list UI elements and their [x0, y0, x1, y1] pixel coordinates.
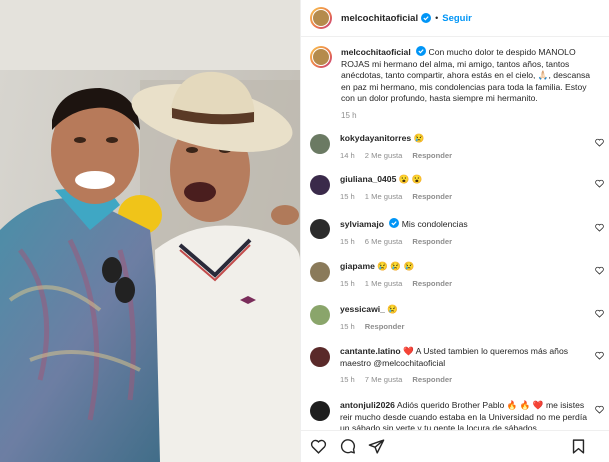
- heart-icon[interactable]: [595, 179, 604, 188]
- heart-icon[interactable]: [595, 309, 604, 318]
- comment-username[interactable]: cantante.latino: [340, 346, 401, 356]
- comment-avatar[interactable]: [310, 401, 330, 421]
- comment-time: 15 h: [340, 278, 355, 288]
- verified-icon: [416, 46, 427, 56]
- bookmark-icon[interactable]: [570, 438, 587, 455]
- comment-time: 15 h: [340, 375, 355, 384]
- comment-likes[interactable]: 1 Me gusta: [365, 278, 403, 290]
- post-details-panel: melcochitaoficial • Seguir melcochitaofi…: [300, 0, 609, 462]
- author-username[interactable]: melcochitaoficial: [341, 13, 418, 24]
- photo-illustration: [0, 0, 300, 462]
- comment-time: 15 h: [340, 236, 355, 246]
- comment-text: 😢 😢 😢: [377, 261, 415, 271]
- comment-likes[interactable]: 6 Me gusta: [365, 236, 403, 248]
- comment-avatar[interactable]: [310, 219, 330, 239]
- comment-time: 15 h: [340, 191, 355, 201]
- heart-icon[interactable]: [595, 405, 604, 414]
- comment-item: kokydayanitorres 😢 14 h 2 Me gusta Respond…: [301, 133, 609, 174]
- heart-icon[interactable]: [595, 266, 604, 275]
- comment-text: 😢: [413, 133, 425, 143]
- follow-button[interactable]: Seguir: [442, 13, 472, 24]
- comment-time: 15 h: [340, 321, 355, 331]
- verified-icon: [421, 13, 432, 23]
- comment-avatar[interactable]: [310, 175, 330, 195]
- reply-button[interactable]: Responder: [365, 321, 405, 333]
- comment-item: antonjuli2026 Adiós querido Brother Pabl…: [301, 400, 609, 430]
- comment-item: yessicawi_ 😢 15 h Responder: [301, 304, 609, 346]
- separator-dot: •: [435, 13, 439, 23]
- author-avatar[interactable]: [310, 7, 332, 29]
- comment-text: 😢: [387, 304, 399, 314]
- comment-avatar[interactable]: [310, 262, 330, 282]
- post-photo[interactable]: [0, 0, 300, 462]
- heart-icon[interactable]: [595, 223, 604, 232]
- post-caption: melcochitaoficial Con mucho dolor te des…: [301, 38, 609, 121]
- comment-username[interactable]: sylviamajo: [340, 219, 384, 229]
- reply-button[interactable]: Responder: [412, 374, 452, 386]
- comment-item: cantante.latino ❤️ A Usted tambien lo qu…: [301, 346, 609, 400]
- comment-icon[interactable]: [339, 438, 356, 455]
- comment-likes[interactable]: 2 Me gusta: [365, 150, 403, 162]
- caption-time: 15 h: [341, 110, 357, 120]
- reply-button[interactable]: Responder: [412, 191, 452, 203]
- comments-scroll[interactable]: melcochitaoficial Con mucho dolor te des…: [301, 38, 609, 430]
- comment-username[interactable]: yessicawi_: [340, 304, 385, 314]
- comment-item: giapame 😢 😢 😢 15 h 1 Me gusta Responder: [301, 261, 609, 304]
- heart-icon[interactable]: [595, 138, 604, 147]
- reply-button[interactable]: Responder: [412, 150, 452, 162]
- comment-avatar[interactable]: [310, 347, 330, 367]
- comment-item: giuliana_0405 😮 😮 15 h 1 Me gusta Responde…: [301, 174, 609, 218]
- verified-icon: [389, 218, 400, 228]
- heart-icon[interactable]: [310, 438, 327, 455]
- caption-username[interactable]: melcochitaoficial: [341, 47, 411, 57]
- comment-text: Mis condolencias: [401, 219, 468, 229]
- comment-item: sylviamajo Mis condolencias 15 h 6 Me gus…: [301, 218, 609, 261]
- share-icon[interactable]: [368, 438, 385, 455]
- reply-button[interactable]: Responder: [412, 278, 452, 290]
- reply-button[interactable]: Responder: [412, 236, 452, 248]
- comment-avatar[interactable]: [310, 305, 330, 325]
- post-header: melcochitaoficial • Seguir: [301, 0, 609, 37]
- comment-likes[interactable]: 7 Me gusta: [365, 374, 403, 386]
- caption-avatar[interactable]: [310, 46, 332, 68]
- comment-username[interactable]: antonjuli2026: [340, 400, 395, 410]
- comment-username[interactable]: giuliana_0405: [340, 174, 396, 184]
- comment-username[interactable]: kokydayanitorres: [340, 133, 411, 143]
- post-actions-bar: [301, 430, 609, 462]
- comment-likes[interactable]: 1 Me gusta: [365, 191, 403, 203]
- heart-icon[interactable]: [595, 351, 604, 360]
- comment-time: 14 h: [340, 150, 355, 160]
- comment-avatar[interactable]: [310, 134, 330, 154]
- comment-username[interactable]: giapame: [340, 261, 375, 271]
- comment-text: 😮 😮: [398, 174, 423, 184]
